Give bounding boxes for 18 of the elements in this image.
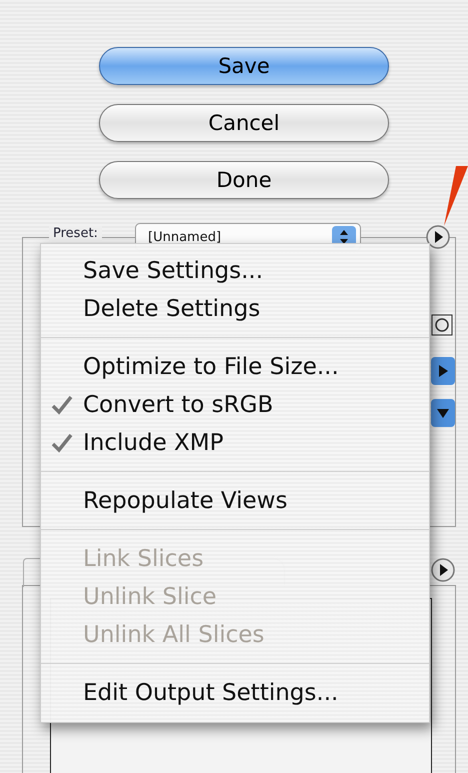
dialog-button[interactable]: Cancel xyxy=(99,104,389,142)
check-icon xyxy=(51,433,73,453)
menu-item[interactable]: Edit Output Settings... xyxy=(41,674,429,712)
menu-item[interactable]: Save Settings... xyxy=(41,252,429,290)
menu-item[interactable]: Delete Settings xyxy=(41,290,429,328)
arrow-button-icon[interactable] xyxy=(431,357,455,385)
check-icon xyxy=(51,395,73,415)
dialog-button[interactable]: Done xyxy=(99,161,389,199)
menu-item[interactable]: Convert to sRGB xyxy=(41,386,429,424)
panel-menu-icon[interactable] xyxy=(431,558,455,582)
menu-item[interactable]: Optimize to File Size... xyxy=(41,348,429,386)
preset-label: Preset: xyxy=(49,226,102,241)
save-button[interactable]: Save xyxy=(99,47,389,85)
menu-item[interactable]: Repopulate Views xyxy=(41,482,429,520)
menu-item[interactable]: Include XMP xyxy=(41,424,429,462)
pointer-arrow-icon xyxy=(442,166,468,228)
toggle-icon[interactable] xyxy=(431,314,453,336)
panel-menu-icon[interactable] xyxy=(426,225,450,249)
